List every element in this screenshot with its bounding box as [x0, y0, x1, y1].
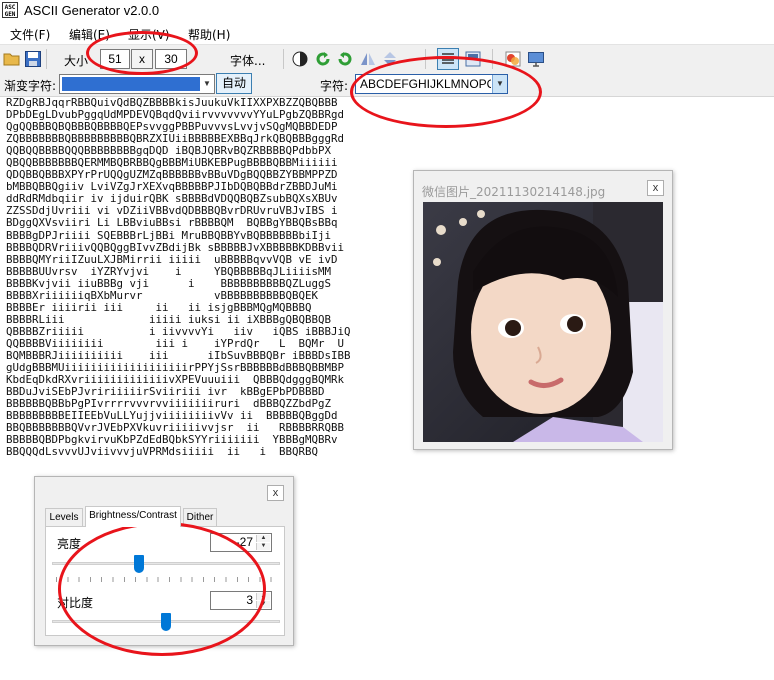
menu-view[interactable]: 显示(V): [128, 26, 170, 43]
image-adjust-dialog: x Levels Brightness/Contrast Dither 亮度 -…: [34, 476, 294, 646]
ascii-line: BBBBRLiii iiiii iuksi ii iXBBBgQBQBBQB: [6, 312, 332, 326]
flip-horizontal-icon[interactable]: [359, 50, 377, 68]
preview-photo: [423, 202, 663, 442]
rotate-right-icon[interactable]: [336, 50, 354, 68]
invert-icon[interactable]: [291, 50, 309, 68]
ascii-line: QQBQQBBBBQQQBBBBBBBBgqDQD iBQBJQBRvBQZRB…: [6, 144, 332, 158]
spin-down-icon[interactable]: ▼: [256, 601, 270, 608]
rotate-left-icon[interactable]: [314, 50, 332, 68]
image-preview-window: 微信图片_20211130214148.jpg x: [413, 170, 673, 450]
font-button[interactable]: 字体...: [230, 52, 265, 69]
ascii-line: QDQBBQBBBXPYrPrUQQgUZMZqBBBBBBvBBuVDgBQQ…: [6, 168, 338, 182]
menu-bar: 文件(F) 编辑(E) 显示(V) 帮助(H): [0, 22, 774, 44]
ascii-line: BBBBQMYriiIZuuLXJBMirrii iiiii uBBBBBqvv…: [6, 252, 338, 266]
toolbar-separator: [283, 49, 284, 69]
ascii-line: QQBBBBViiiiiiii iii i iYPrdQr L BQMr U: [6, 336, 345, 350]
ascii-line: BBBBXriiiiiiqBXbMurvr vBBBBBBBBBBQBQEK: [6, 288, 319, 302]
ascii-line: bMBBQBBQgiiv LviVZgJrXEXvqBBBBBPJIbDQBQB…: [6, 180, 338, 194]
gradient-chars-dropdown[interactable]: ▼: [59, 74, 215, 94]
ascii-line: ZZSSDdjUvriii vi vDZiiVBBvdQDBBBQBvrDRUv…: [6, 204, 338, 218]
open-folder-icon[interactable]: [3, 50, 21, 68]
brightness-slider-thumb[interactable]: [133, 555, 144, 573]
contrast-value: 3: [246, 593, 253, 607]
ascii-line: KbdEqDkdRXvriiiiiiiiiiiiivXPEVuuuiii QBB…: [6, 373, 345, 387]
ascii-line: ddRdRMdbqiir iv ijduirQBK sBBBBdVDQQBQBZ…: [6, 192, 338, 206]
contrast-label: 对比度: [57, 596, 94, 610]
ascii-line: BBBBKvjvii iiuBBBg vji i BBBBBBBBBBQZLug…: [6, 276, 332, 290]
chars-value: ABCDEFGHIJKLMNOPQ: [360, 77, 491, 91]
ascii-line: BBBBBBQBBbPgPIvrrrrvvvrvviiiiiiiruri dBB…: [6, 397, 332, 411]
spin-up-icon[interactable]: ▲: [256, 535, 270, 542]
chevron-down-icon: ▼: [203, 79, 211, 88]
spin-down-icon[interactable]: ▼: [256, 543, 270, 550]
brightness-label: 亮度: [57, 537, 82, 551]
ascii-line: RZDgRBJqqrRBBQuivQdBQZBBBBkisJuukuVkIIXX…: [6, 96, 338, 109]
toolbar: 大小 51 x 30 字体...: [0, 44, 774, 73]
title-bar: ASC GEN ASCII Generator v2.0.0: [0, 0, 774, 22]
toolbar-separator: [46, 49, 47, 69]
menu-edit[interactable]: 编辑(E): [69, 26, 110, 43]
window-title: ASCII Generator v2.0.0: [24, 3, 160, 18]
gradient-chars-label: 渐变字符:: [4, 79, 57, 93]
tab-panel: 亮度 -27 ▲ ▼ 对比度 3 ▲ ▼: [45, 526, 285, 636]
gradient-selection: [62, 77, 200, 91]
ascii-line: QgQQBBBQBQBBBQBBBBQEPsvvggPBBPuvvvsLvvjv…: [6, 120, 338, 134]
contrast-slider-thumb[interactable]: [161, 613, 171, 631]
flip-vertical-icon[interactable]: [381, 50, 399, 68]
toolbar-separator: [492, 49, 493, 69]
text-view-toggle[interactable]: [437, 48, 459, 70]
chevron-down-icon[interactable]: ▼: [492, 75, 507, 93]
ascii-line: QBQQBBBBBBBQERMMBQBRBBQgBBBMiUBKEBPugBBB…: [6, 156, 338, 170]
size-label: 大小: [64, 54, 89, 68]
ascii-line: BBBBBBBBBEIIEEbVuLLYujjviiiiiiiivVv ii B…: [6, 409, 338, 423]
ascii-line: BQMBBBRJiiiiiiiiii iii iIbSuvBBBQBr iBBB…: [6, 348, 351, 362]
ascii-line: BBBBEr iiiirii iii ii ii isjgBBBMQgMQBBB…: [6, 300, 312, 314]
ascii-line: BBBBQDRVriiivQQBQggBIvvZBdijBk sBBBBBJvX…: [6, 240, 345, 254]
close-icon[interactable]: x: [267, 485, 284, 501]
ascii-line: QBBBBZriiiii i iivvvvYi iiv iQBS iBBBJiQ: [6, 324, 351, 338]
ascii-line: DPbDEgLDvubPggqUdMPDEVQBqdQviirvvvvvvvYY…: [6, 108, 345, 122]
close-icon[interactable]: x: [647, 180, 664, 196]
auto-button[interactable]: 自动: [216, 73, 252, 94]
ascii-line: BBBBBQBDPbgkvirvuKbPZdEdBQbkSYYriiiiiii …: [6, 433, 338, 447]
ascii-line: ZQBBBBBBBQBBBBBBBBBQBRZXIUiiBBBBBEXBBqJr…: [6, 132, 345, 146]
text-lines-icon: [442, 53, 454, 64]
monitor-icon[interactable]: [527, 50, 545, 68]
lock-aspect-button[interactable]: x: [131, 49, 153, 69]
app-logo-icon: ASC GEN: [2, 2, 18, 18]
ascii-line: BBQBBBBBBBQVvrJVEbPXVkuvriiiiivvjsr ii R…: [6, 421, 345, 435]
ascii-line: BBBBBUUvrsv iYZRYvjvi i YBQBBBBBqJLiiiis…: [6, 264, 332, 278]
contrast-stepper[interactable]: 3 ▲ ▼: [210, 591, 272, 610]
character-settings-bar: 渐变字符: ▼ 自动 字符: ABCDEFGHIJKLMNOPQ ▼: [0, 72, 774, 97]
brightness-stepper[interactable]: -27 ▲ ▼: [210, 533, 272, 552]
ascii-line: BDggQXVsviiri Li LBBviuBBsi rBBBBQM BQBB…: [6, 216, 338, 230]
tab-brightness-contrast[interactable]: Brightness/Contrast: [85, 506, 181, 527]
save-icon[interactable]: [24, 50, 42, 68]
brightness-value: -27: [235, 535, 253, 549]
color-palette-icon[interactable]: [504, 50, 522, 68]
ascii-output[interactable]: RZDgRBJqqrRBBQuivQdBQZBBBBkisJuukuVkIIXX…: [6, 96, 366, 459]
image-window-title: 微信图片_20211130214148.jpg: [422, 185, 606, 199]
height-input[interactable]: 30: [155, 49, 187, 69]
spin-up-icon[interactable]: ▲: [256, 593, 270, 600]
tab-dither[interactable]: Dither: [183, 508, 217, 526]
menu-file[interactable]: 文件(F): [10, 26, 50, 43]
brightness-slider-track[interactable]: [52, 562, 280, 565]
ascii-line: BBQQQdLsvvvUJviivvvjuVPRMdsiiiii ii i BB…: [6, 445, 319, 459]
ascii-line: BBBBgDPJriiii SQEBBBrLjBBi MruBBQBBYvBQB…: [6, 228, 332, 242]
toolbar-separator: [425, 49, 426, 69]
chars-dropdown[interactable]: ABCDEFGHIJKLMNOPQ ▼: [355, 74, 508, 94]
image-view-icon[interactable]: [464, 50, 482, 68]
tab-levels[interactable]: Levels: [45, 508, 83, 526]
ascii-line: BBDuJviSEbPJvririiiiirSviiriii ivr kBBgE…: [6, 385, 325, 399]
chars-label: 字符:: [320, 79, 349, 93]
ascii-line: gUdgBBBMUiiiiiiiiiiiiiiiiiiirPPYjSsrBBBB…: [6, 361, 345, 375]
menu-help[interactable]: 帮助(H): [188, 26, 230, 43]
width-input[interactable]: 51: [100, 49, 130, 69]
brightness-ticks: [56, 577, 276, 582]
